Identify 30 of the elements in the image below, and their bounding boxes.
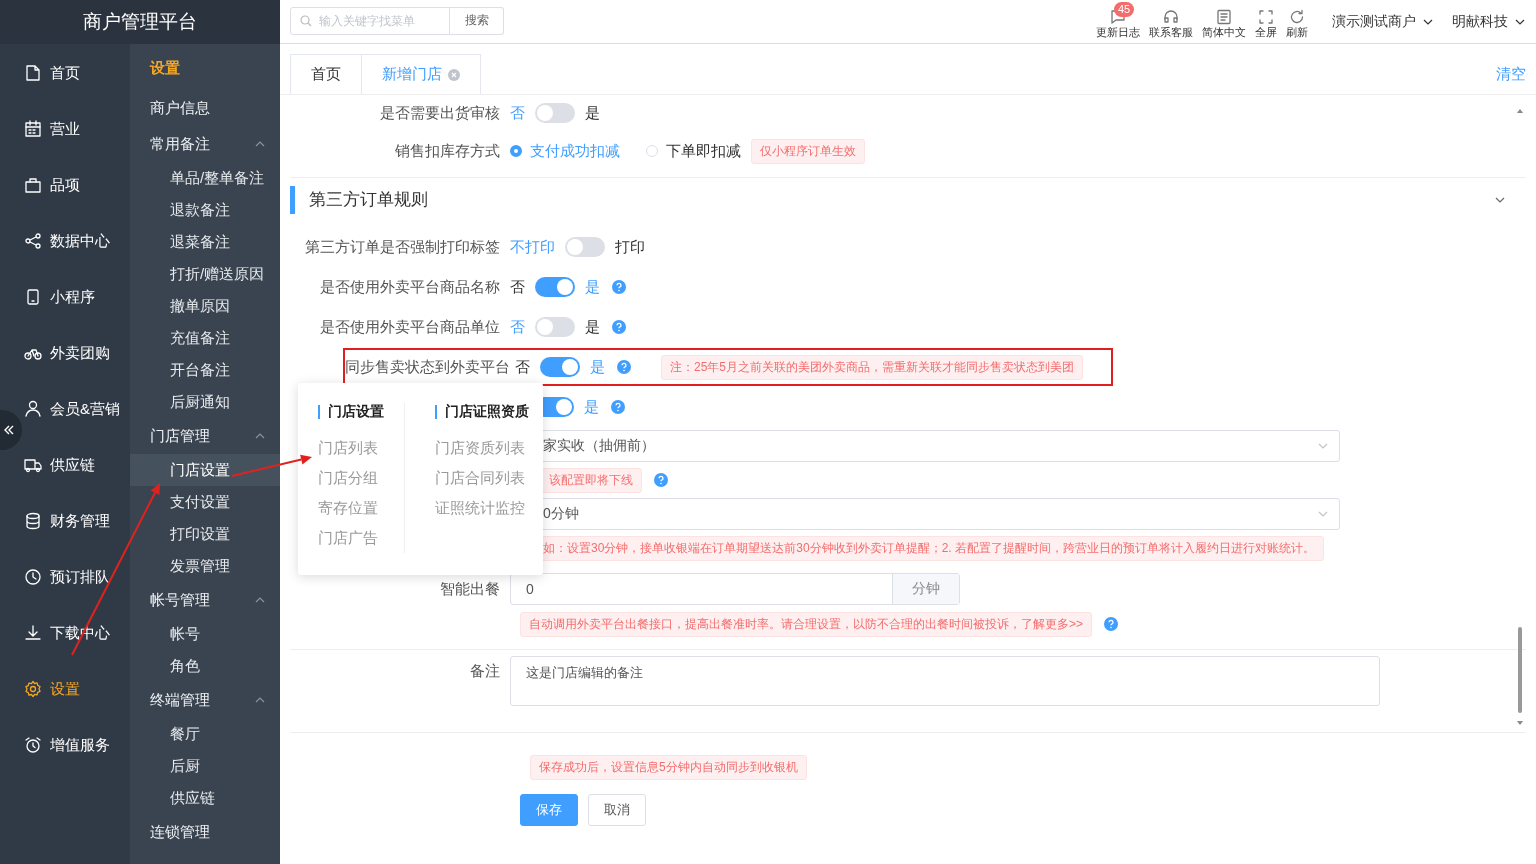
field-label: 备注 <box>470 663 500 679</box>
field-label: 智能出餐 <box>440 580 500 597</box>
menu-heading: 门店设置 <box>328 403 384 421</box>
count-badge: 45 <box>1114 2 1135 17</box>
notice-text: 保存成功后，设置信息5分钟内自动同步到收银机 <box>530 755 807 780</box>
field-label: 是否使用外卖平台商品名称 <box>320 278 500 295</box>
note-text: 注：25年5月之前关联的美团外卖商品，需重新关联才能同步售卖状态到美团 <box>661 354 1084 380</box>
menu-heading: 门店证照资质 <box>445 403 529 421</box>
option-label: 是 <box>585 277 600 297</box>
option-label: 否 <box>510 277 525 297</box>
field-label: 是否需要出货审核 <box>380 104 500 121</box>
app-title: 商户管理平台 <box>0 0 280 44</box>
option-label: 否 <box>510 103 525 123</box>
tag-label: 仅小程序订单生效 <box>751 138 865 164</box>
option-label: 是 <box>585 103 600 123</box>
field-label: 第三方订单是否强制打印标签 <box>305 238 500 255</box>
option-label: 是 <box>585 317 600 337</box>
field-label: 销售扣库存方式 <box>395 142 500 159</box>
tag-label: 该配置即将下线 <box>540 467 642 493</box>
hint-text: 自动调用外卖平台出餐接口，提高出餐准时率。请合理设置，以防不合理的出餐时间被投诉，了解更多>> <box>520 611 1092 637</box>
option-label: 是 <box>590 357 605 377</box>
option-label: 否 <box>510 317 525 337</box>
option-label: 是 <box>584 397 599 417</box>
field-label: 同步售卖状态到外卖平台 <box>345 358 510 375</box>
submenu-title: 设置 <box>148 57 181 78</box>
field-label: 是否使用外卖平台商品单位 <box>320 318 500 335</box>
option-label: 否 <box>515 357 530 377</box>
option-label: 不打印 <box>510 237 555 257</box>
option-label: 打印 <box>615 237 645 257</box>
section-title: 第三方订单规则 <box>309 189 429 210</box>
